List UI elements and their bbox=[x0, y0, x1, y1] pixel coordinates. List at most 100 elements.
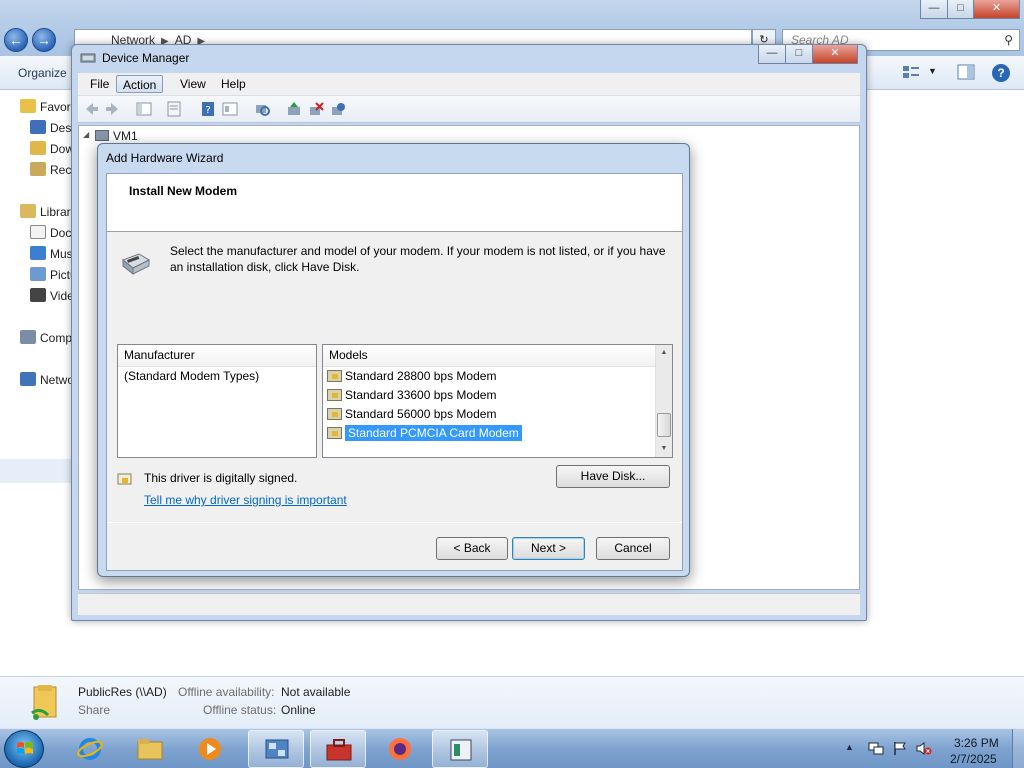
close-button[interactable]: ✕ bbox=[973, 0, 1020, 19]
menu-file[interactable]: File bbox=[84, 75, 115, 93]
manufacturer-item[interactable]: (Standard Modem Types) bbox=[118, 367, 316, 386]
cancel-button[interactable]: Cancel bbox=[596, 537, 670, 560]
nav-documents[interactable]: Documents bbox=[30, 224, 72, 242]
computer-icon bbox=[95, 130, 109, 141]
show-hidden-icons[interactable]: ▲ bbox=[845, 742, 854, 752]
forward-arrow-icon[interactable]: → bbox=[32, 28, 56, 52]
pictures-icon bbox=[30, 267, 46, 281]
scroll-thumb[interactable] bbox=[657, 413, 671, 437]
menu-bar: File Action View Help bbox=[78, 73, 860, 95]
back-button[interactable]: < Back bbox=[436, 537, 508, 560]
wizard-title: Add Hardware Wizard bbox=[106, 151, 224, 165]
model-item[interactable]: Standard 33600 bps Modem bbox=[323, 386, 672, 405]
nav-pictures[interactable]: Pictures bbox=[30, 266, 72, 284]
volume-muted-icon[interactable] bbox=[916, 741, 932, 756]
help-book-icon[interactable]: ? bbox=[200, 101, 216, 117]
minimize-button[interactable]: — bbox=[920, 0, 948, 19]
disable-device-icon[interactable] bbox=[330, 101, 346, 117]
maximize-button[interactable]: □ bbox=[947, 0, 974, 19]
desktop-icon bbox=[30, 120, 46, 134]
model-item[interactable]: Standard 56000 bps Modem bbox=[323, 405, 672, 424]
driver-signing-link[interactable]: Tell me why driver signing is important bbox=[144, 493, 347, 507]
wizard-separator bbox=[107, 522, 682, 523]
nav-recent-places[interactable]: Recent Places bbox=[30, 161, 72, 179]
show-desktop-button[interactable] bbox=[1012, 729, 1024, 768]
nav-network-selected-row bbox=[0, 459, 72, 483]
firefox-icon bbox=[389, 738, 411, 760]
forward-icon[interactable] bbox=[104, 101, 120, 117]
view-icon[interactable] bbox=[222, 101, 238, 117]
windows-logo-icon bbox=[17, 742, 33, 754]
toolbox-icon bbox=[326, 739, 352, 761]
menu-action[interactable]: Action bbox=[116, 75, 164, 93]
back-arrow-icon[interactable]: ← bbox=[4, 28, 28, 52]
help-icon[interactable]: ? bbox=[992, 64, 1010, 82]
libraries-icon bbox=[20, 204, 36, 218]
dm-close-button[interactable]: ✕ bbox=[812, 45, 858, 64]
models-header: Models bbox=[323, 345, 672, 367]
nav-videos[interactable]: Videos bbox=[30, 287, 72, 305]
taskbar-firefox[interactable] bbox=[372, 730, 428, 768]
manufacturer-list[interactable]: Manufacturer (Standard Modem Types) bbox=[117, 344, 317, 458]
uninstall-icon[interactable] bbox=[308, 101, 324, 117]
menu-help[interactable]: Help bbox=[215, 75, 252, 93]
update-driver-icon[interactable] bbox=[286, 101, 302, 117]
clock-date[interactable]: 2/7/2025 bbox=[950, 752, 997, 766]
properties-icon[interactable] bbox=[166, 101, 182, 117]
nav-computer[interactable]: Computer bbox=[20, 329, 72, 347]
view-dropdown-icon[interactable]: ▼ bbox=[928, 66, 937, 76]
modem-driver-icon bbox=[327, 408, 342, 420]
nav-favorites[interactable]: Favorites bbox=[20, 98, 72, 116]
models-list[interactable]: Models Standard 28800 bps Modem Standard… bbox=[322, 344, 673, 458]
tree-root-vm1[interactable]: VM1 bbox=[95, 129, 138, 143]
nav-music[interactable]: Music bbox=[30, 245, 72, 263]
taskbar-ie[interactable] bbox=[62, 730, 118, 768]
preview-pane-icon[interactable] bbox=[957, 64, 975, 80]
internet-explorer-icon bbox=[77, 738, 103, 760]
dm-maximize-button[interactable]: □ bbox=[785, 45, 813, 64]
dm-minimize-button[interactable]: — bbox=[758, 45, 786, 64]
scroll-up-icon[interactable]: ▲ bbox=[656, 345, 672, 361]
model-item-selected[interactable]: Standard PCMCIA Card Modem bbox=[323, 424, 672, 443]
dm-status-bar bbox=[78, 593, 860, 615]
dm-toolbar: ? bbox=[78, 95, 860, 123]
wizard-instructions: Select the manufacturer and model of you… bbox=[170, 244, 666, 274]
show-hide-tree-icon[interactable] bbox=[136, 101, 152, 117]
nav-downloads[interactable]: Downloads bbox=[30, 140, 72, 158]
taskbar-wizard[interactable] bbox=[432, 730, 488, 768]
nav-network[interactable]: Network bbox=[20, 371, 72, 389]
taskbar-control-panel[interactable] bbox=[248, 730, 304, 768]
models-scrollbar[interactable]: ▲ ▼ bbox=[655, 345, 672, 457]
view-options-icon[interactable] bbox=[902, 64, 920, 80]
model-item[interactable]: Standard 28800 bps Modem bbox=[323, 367, 672, 386]
wizard-header: Install New Modem bbox=[107, 174, 682, 232]
search-icon[interactable]: ⚲ bbox=[1004, 30, 1013, 50]
taskbar-explorer[interactable] bbox=[122, 730, 178, 768]
taskbar-device-manager[interactable] bbox=[310, 730, 366, 768]
network-tray-icon[interactable] bbox=[868, 741, 884, 756]
device-manager-icon bbox=[80, 53, 96, 63]
wizard-client-area: Install New Modem Select the manufacture… bbox=[106, 173, 683, 571]
tree-expand-icon[interactable]: ◢ bbox=[83, 130, 89, 139]
clock-time[interactable]: 3:26 PM bbox=[954, 736, 999, 750]
offline-status-label: Offline status: bbox=[203, 703, 277, 717]
back-icon[interactable] bbox=[84, 101, 100, 117]
organize-button[interactable]: Organize bbox=[18, 66, 67, 80]
scroll-down-icon[interactable]: ▼ bbox=[656, 441, 672, 457]
details-pane: PublicRes (\\AD) Share Offline availabil… bbox=[0, 676, 1024, 728]
menu-view[interactable]: View bbox=[174, 75, 212, 93]
signed-driver-icon bbox=[117, 473, 132, 485]
nav-libraries[interactable]: Libraries bbox=[20, 203, 72, 221]
taskbar-media-player[interactable] bbox=[182, 730, 238, 768]
have-disk-button[interactable]: Have Disk... bbox=[556, 465, 670, 488]
pcmcia-card-icon bbox=[327, 427, 342, 439]
nav-desktop[interactable]: Desktop bbox=[30, 119, 72, 137]
scan-hardware-icon[interactable] bbox=[254, 101, 270, 117]
videos-icon bbox=[30, 288, 46, 302]
offline-availability-label: Offline availability: bbox=[178, 685, 275, 699]
start-button[interactable] bbox=[4, 730, 44, 768]
share-name: PublicRes (\\AD) bbox=[78, 685, 167, 699]
share-type: Share bbox=[78, 703, 111, 717]
action-center-flag-icon[interactable] bbox=[892, 741, 908, 756]
next-button[interactable]: Next > bbox=[512, 537, 585, 560]
